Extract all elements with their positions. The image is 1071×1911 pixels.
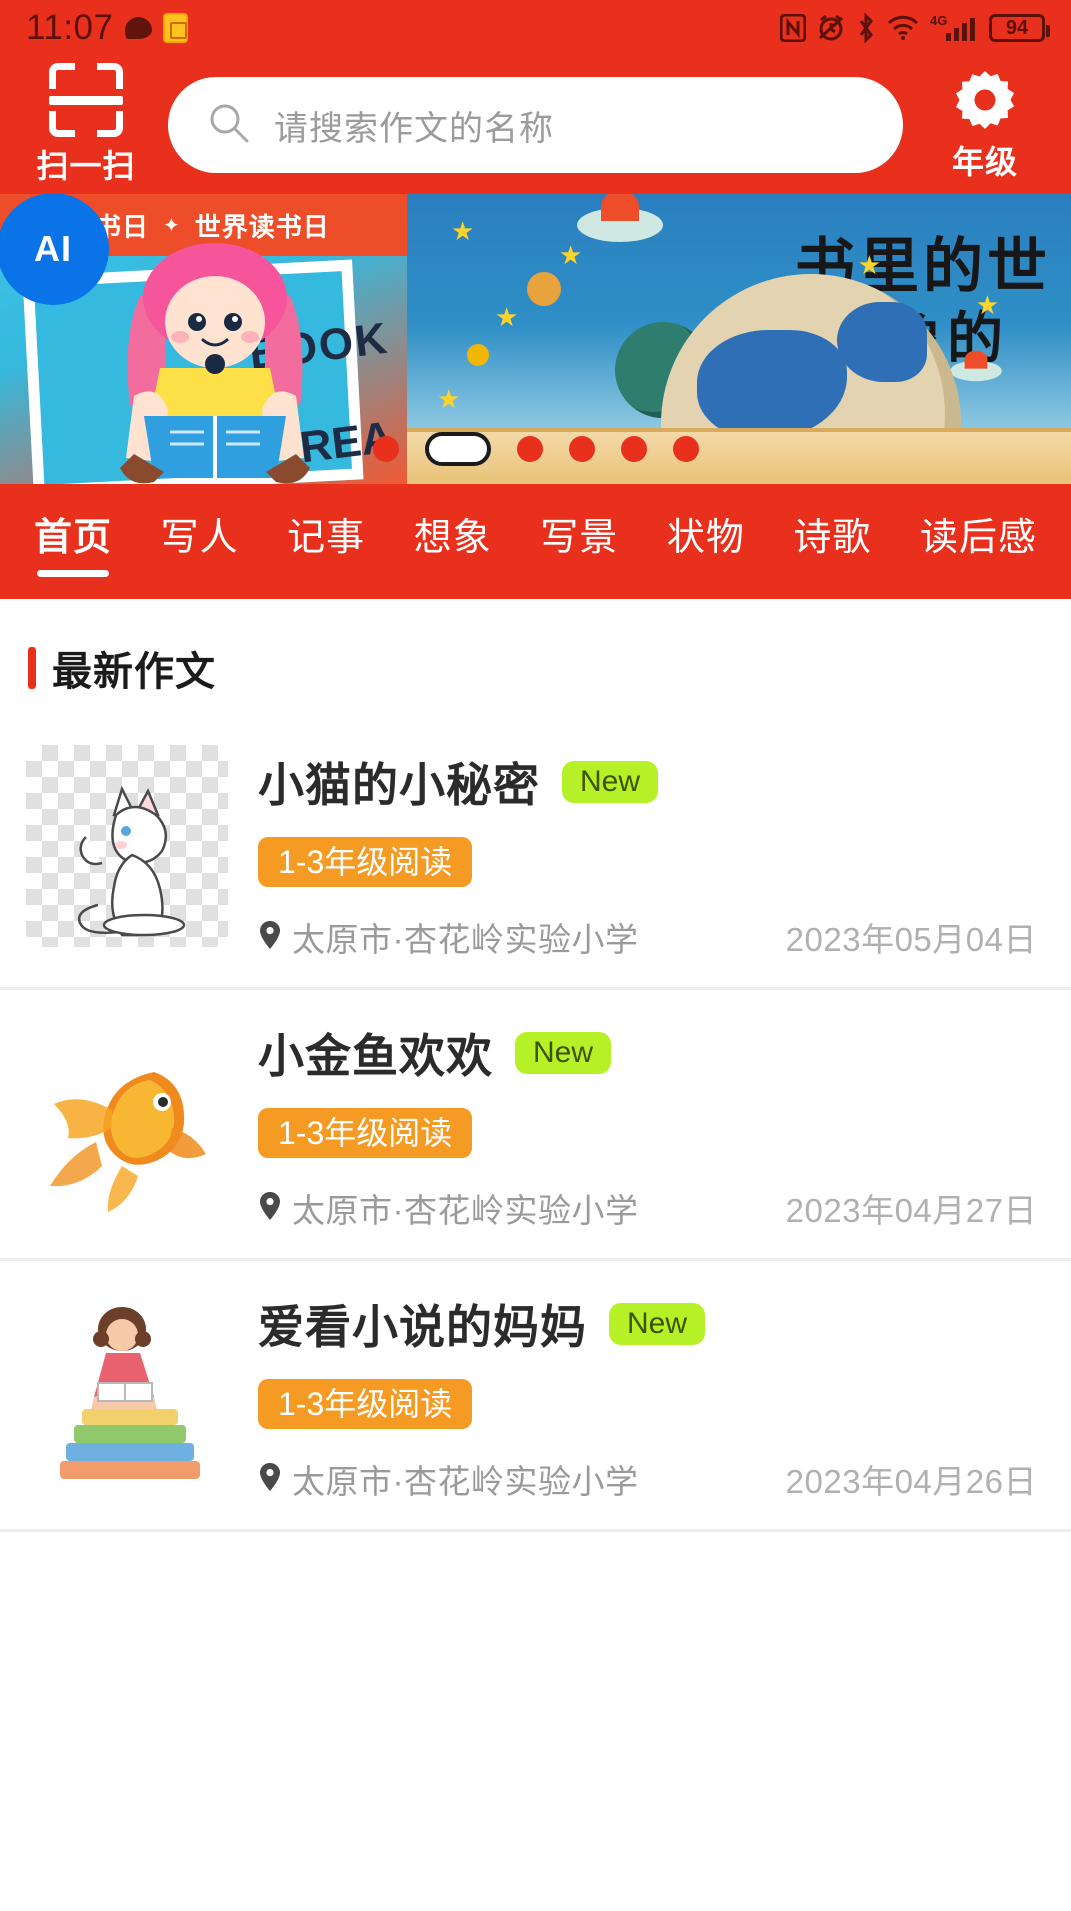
signal-4g-icon: 4G <box>930 13 978 43</box>
status-bar-right: 4G 94 <box>780 13 1045 43</box>
article-meta: 太原市·杏花岭实验小学 2023年04月26日 <box>258 1455 1043 1503</box>
tab-book-review[interactable]: 读后感 <box>920 506 1037 577</box>
article-meta: 太原市·杏花岭实验小学 2023年04月27日 <box>258 1184 1043 1232</box>
article-title[interactable]: 小金鱼欢欢 <box>258 1020 493 1086</box>
article-date: 2023年04月27日 <box>786 1184 1037 1232</box>
star-icon: ✦ <box>163 213 181 238</box>
article-thumbnail <box>26 745 228 947</box>
status-bar: 11:07 4G <box>0 0 1071 56</box>
tab-poetry[interactable]: 诗歌 <box>793 506 871 577</box>
girl-reading-on-books-illustration <box>26 1287 228 1489</box>
grade-badge: 1-3年级阅读 <box>258 837 472 887</box>
grade-badge: 1-3年级阅读 <box>258 1108 472 1158</box>
wifi-icon <box>887 13 919 43</box>
section-title: 最新作文 <box>52 639 216 697</box>
planet-small-icon <box>467 344 489 366</box>
article-body: 小金鱼欢欢 New 1-3年级阅读 太原市·杏花岭实验小学 2023年04月27… <box>258 1016 1043 1232</box>
svg-text:4G: 4G <box>930 13 947 28</box>
article-meta: 太原市·杏花岭实验小学 2023年05月04日 <box>258 913 1043 961</box>
chat-bubble-icon <box>125 17 152 39</box>
category-tabs[interactable]: 首页 写人 记事 想象 写景 状物 诗歌 读后感 <box>0 484 1071 599</box>
gear-icon <box>952 67 1018 133</box>
article-date: 2023年05月04日 <box>786 913 1037 961</box>
list-item[interactable]: 爱看小说的妈妈 New 1-3年级阅读 太原市·杏花岭实验小学 2023年04月… <box>0 1261 1071 1532</box>
article-location: 太原市·杏花岭实验小学 <box>292 913 639 961</box>
carousel-indicators[interactable] <box>0 432 1071 466</box>
alarm-icon <box>817 13 845 43</box>
nfc-icon <box>780 13 806 43</box>
app-screen: 11:07 4G <box>0 0 1071 1911</box>
ai-assistant-button[interactable]: AI <box>0 193 109 305</box>
carousel-dot[interactable] <box>569 436 595 462</box>
cat-illustration <box>26 745 228 947</box>
grade-label: 年级 <box>952 137 1018 183</box>
scan-button[interactable]: 扫一扫 <box>22 63 150 187</box>
new-badge: New <box>562 761 658 803</box>
app-header: 扫一扫 请搜索作文的名称 年级 <box>0 56 1071 194</box>
article-title-row: 爱看小说的妈妈 New <box>258 1291 1043 1357</box>
new-badge: New <box>609 1303 705 1345</box>
search-input[interactable]: 请搜索作文的名称 <box>274 101 554 150</box>
ufo-icon <box>950 361 1002 381</box>
section-accent-bar <box>28 647 36 689</box>
goldfish-illustration <box>26 1016 228 1218</box>
promo-carousel[interactable]: 世界读书日 ✦ 世界读书日 BOOK REA <box>0 194 1071 484</box>
tab-imagination[interactable]: 想象 <box>414 506 492 577</box>
article-title-row: 小猫的小秘密 New <box>258 749 1043 815</box>
article-thumbnail <box>26 1016 228 1218</box>
location-pin-icon <box>258 920 282 955</box>
search-icon <box>208 102 250 149</box>
location-pin-icon <box>258 1191 282 1226</box>
grade-settings-button[interactable]: 年级 <box>921 67 1049 183</box>
article-list: 小猫的小秘密 New 1-3年级阅读 太原市·杏花岭实验小学 2023年05月0… <box>0 719 1071 1532</box>
mail-icon <box>163 13 188 43</box>
grade-badge: 1-3年级阅读 <box>258 1379 472 1429</box>
planet-small-icon <box>527 272 561 306</box>
bluetooth-icon <box>856 13 876 43</box>
article-location: 太原市·杏花岭实验小学 <box>292 1184 639 1232</box>
tab-narrative[interactable]: 记事 <box>287 506 365 577</box>
carousel-dot[interactable] <box>373 436 399 462</box>
location-pin-icon <box>258 1462 282 1497</box>
search-bar[interactable]: 请搜索作文的名称 <box>168 77 903 173</box>
tab-home[interactable]: 首页 <box>34 506 112 577</box>
status-time: 11:07 <box>26 8 114 48</box>
carousel-dot[interactable] <box>673 436 699 462</box>
list-item[interactable]: 小猫的小秘密 New 1-3年级阅读 太原市·杏花岭实验小学 2023年05月0… <box>0 719 1071 990</box>
list-item[interactable]: 小金鱼欢欢 New 1-3年级阅读 太原市·杏花岭实验小学 2023年04月27… <box>0 990 1071 1261</box>
article-body: 爱看小说的妈妈 New 1-3年级阅读 太原市·杏花岭实验小学 2023年04月… <box>258 1287 1043 1503</box>
carousel-dot-active[interactable] <box>425 432 491 466</box>
scan-qr-icon <box>49 63 123 137</box>
article-title[interactable]: 小猫的小秘密 <box>258 749 540 815</box>
carousel-dot[interactable] <box>517 436 543 462</box>
tab-scenery[interactable]: 写景 <box>540 506 618 577</box>
ufo-icon <box>577 208 663 242</box>
new-badge: New <box>515 1032 611 1074</box>
carousel-dot[interactable] <box>621 436 647 462</box>
battery-icon: 94 <box>989 14 1045 42</box>
article-title[interactable]: 爱看小说的妈妈 <box>258 1291 587 1357</box>
section-header: 最新作文 <box>0 599 1071 719</box>
tab-objects[interactable]: 状物 <box>667 506 745 577</box>
article-date: 2023年04月26日 <box>786 1455 1037 1503</box>
article-title-row: 小金鱼欢欢 New <box>258 1020 1043 1086</box>
article-thumbnail <box>26 1287 228 1489</box>
ai-button-label: AI <box>34 228 72 270</box>
article-body: 小猫的小秘密 New 1-3年级阅读 太原市·杏花岭实验小学 2023年05月0… <box>258 745 1043 961</box>
article-location: 太原市·杏花岭实验小学 <box>292 1455 639 1503</box>
tab-people[interactable]: 写人 <box>161 506 239 577</box>
scan-label: 扫一扫 <box>36 141 135 187</box>
status-bar-left: 11:07 <box>26 8 188 48</box>
